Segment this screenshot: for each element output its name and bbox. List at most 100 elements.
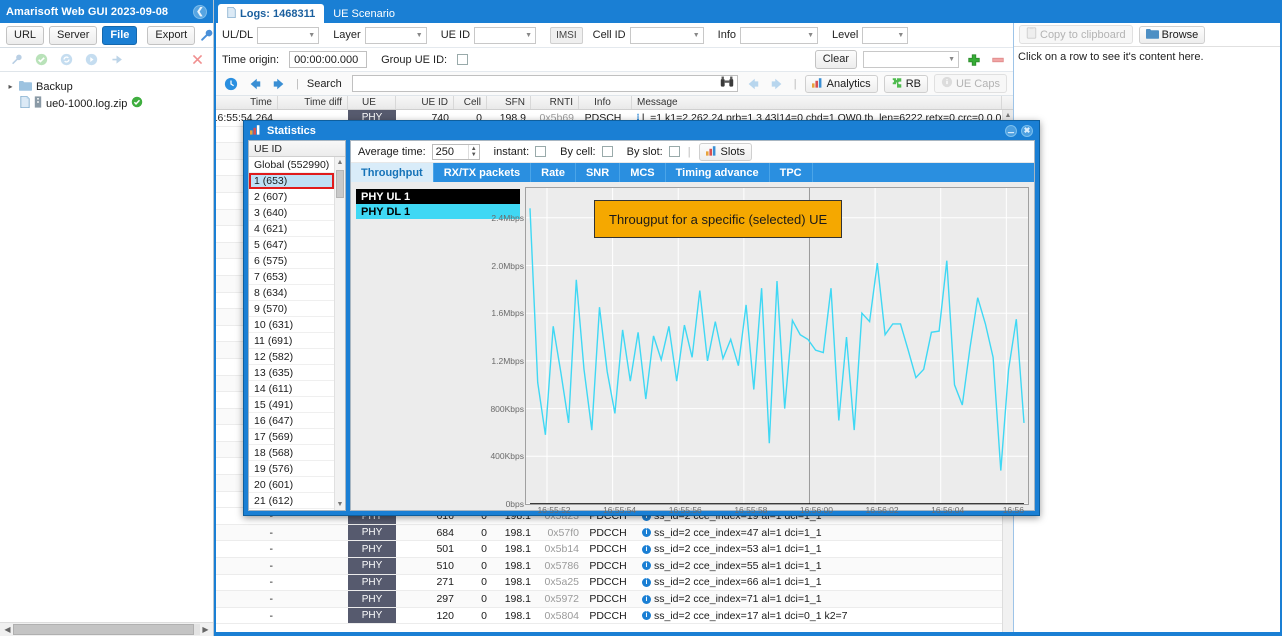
close-x-icon[interactable] xyxy=(188,52,206,68)
cellid-select[interactable]: ▼ xyxy=(629,26,704,44)
ueid-select[interactable]: ▼ xyxy=(474,26,537,44)
tab-logs[interactable]: Logs: 1468311 xyxy=(218,4,325,23)
stats-tab-throughput[interactable]: Throughput xyxy=(351,163,434,182)
wrench-icon[interactable] xyxy=(7,52,25,68)
stepper-arrows-icon[interactable]: ▲ ▼ xyxy=(467,144,479,159)
table-row[interactable]: - PHY 120 0 198.1 0x5804 PDCCH i ss_id=2 cce_ind… xyxy=(216,607,1013,625)
layer-select[interactable]: ▼ xyxy=(364,26,427,44)
statistics-dialog[interactable]: Statistics ⚊ ✖ UE ID Global (552990) 1 (6… xyxy=(243,120,1040,516)
ue-list-item[interactable]: 5 (647) xyxy=(249,237,334,253)
clock-icon[interactable] xyxy=(222,76,240,92)
rb-button[interactable]: RB xyxy=(883,74,928,93)
find-prev-icon[interactable] xyxy=(744,76,762,92)
tree-item-backup[interactable]: ▸ Backup xyxy=(6,78,213,95)
ue-list-item[interactable]: 4 (621) xyxy=(249,221,334,237)
vscroll-thumb[interactable] xyxy=(336,170,344,198)
play-circle-icon[interactable] xyxy=(82,52,100,68)
stats-tab-snr[interactable]: SNR xyxy=(576,163,621,182)
col-ue[interactable]: UE xyxy=(348,96,396,109)
group-ueid-checkbox[interactable] xyxy=(457,54,469,65)
ue-list-item[interactable]: 3 (640) xyxy=(249,205,334,221)
col-time-diff[interactable]: Time diff xyxy=(278,96,348,109)
stats-tab-rx-tx-packets[interactable]: RX/TX packets xyxy=(434,163,532,182)
stats-tab-timing-advance[interactable]: Timing advance xyxy=(666,163,770,182)
ue-list-item[interactable]: 17 (569) xyxy=(249,429,334,445)
export-button[interactable]: Export xyxy=(147,25,196,45)
slots-button[interactable]: Slots xyxy=(698,142,753,161)
left-panel-hscrollbar[interactable]: ◀ ▶ xyxy=(0,622,213,636)
ue-list-item[interactable]: 13 (635) xyxy=(249,365,334,381)
table-row[interactable]: - PHY 684 0 198.1 0x57f0 PDCCH i ss_id=2 cce_ind… xyxy=(216,524,1013,542)
hscroll-track[interactable] xyxy=(13,624,200,635)
expander-icon[interactable]: ▸ xyxy=(6,82,15,91)
minus-icon[interactable] xyxy=(989,52,1007,68)
dialog-title-bar[interactable]: Statistics ⚊ ✖ xyxy=(244,121,1039,140)
ue-list-item[interactable]: 16 (647) xyxy=(249,413,334,429)
hscroll-thumb[interactable] xyxy=(13,624,195,635)
tab-url[interactable]: URL xyxy=(6,25,45,45)
throughput-chart[interactable]: 0bps 400Kbps 800Kbps 1.2Mbps 1.6Mbps 2.0Mbps 2… xyxy=(490,187,1029,509)
tab-server[interactable]: Server xyxy=(49,25,98,45)
col-message[interactable]: Message xyxy=(632,96,1002,109)
table-row[interactable]: - PHY 271 0 198.1 0x5a25 PDCCH i ss_id=2 cce_ind… xyxy=(216,574,1013,592)
minimize-icon[interactable]: ⚊ xyxy=(1005,124,1017,137)
imsi-button[interactable]: IMSI xyxy=(550,26,583,44)
stats-tab-tpc[interactable]: TPC xyxy=(770,163,813,182)
find-next-icon[interactable] xyxy=(768,76,786,92)
instant-checkbox[interactable] xyxy=(535,146,547,157)
ue-list-vscrollbar[interactable]: ▲ ▼ xyxy=(334,157,345,510)
arrow-right-icon[interactable] xyxy=(270,76,288,92)
clear-button[interactable]: Clear xyxy=(814,50,857,69)
stats-tab-rate[interactable]: Rate xyxy=(531,163,576,182)
ue-id-list[interactable]: Global (552990) 1 (653) 2 (607) 3 (640) 4 (6… xyxy=(249,157,334,510)
wrench-icon[interactable] xyxy=(200,27,213,43)
by-slot-checkbox[interactable] xyxy=(668,146,680,157)
col-ue-id[interactable]: UE ID xyxy=(396,96,454,109)
col-rnti[interactable]: RNTI xyxy=(531,96,579,109)
tab-ue-scenario[interactable]: UE Scenario xyxy=(324,4,404,23)
stats-tab-mcs[interactable]: MCS xyxy=(620,163,666,182)
average-time-input[interactable]: 250 ▲ ▼ xyxy=(431,143,480,160)
check-circle-icon[interactable] xyxy=(32,52,50,68)
ue-list-item[interactable]: 18 (568) xyxy=(249,445,334,461)
tab-file[interactable]: File xyxy=(102,25,138,45)
chevron-left-icon[interactable]: ❮ xyxy=(193,4,207,19)
ue-list-item[interactable]: 11 (691) xyxy=(249,333,334,349)
col-time[interactable]: Time xyxy=(216,96,278,109)
analytics-button[interactable]: Analytics xyxy=(804,74,878,93)
ue-caps-button[interactable]: UE Caps xyxy=(933,74,1007,93)
by-cell-checkbox[interactable] xyxy=(601,146,613,157)
uldl-select[interactable]: ▼ xyxy=(257,26,320,44)
ue-list-item[interactable]: 20 (601) xyxy=(249,477,334,493)
copy-to-clipboard-button[interactable]: Copy to clipboard xyxy=(1019,25,1133,44)
ue-list-item[interactable]: Global (552990) xyxy=(249,157,334,173)
ue-list-item[interactable]: 12 (582) xyxy=(249,349,334,365)
info-select[interactable]: ▼ xyxy=(740,26,818,44)
ue-list-item[interactable]: 6 (575) xyxy=(249,253,334,269)
table-row[interactable]: - PHY 510 0 198.1 0x5786 PDCCH i ss_id=2 cce_ind… xyxy=(216,558,1013,575)
binoculars-icon[interactable] xyxy=(720,76,734,91)
scroll-down-icon[interactable]: ▼ xyxy=(335,499,345,510)
ue-list-item[interactable]: 1 (653) xyxy=(249,173,334,189)
arrow-left-icon[interactable] xyxy=(246,76,264,92)
ue-list-item[interactable]: 10 (631) xyxy=(249,317,334,333)
ue-list-item[interactable]: 7 (653) xyxy=(249,269,334,285)
ue-list-item[interactable]: 15 (491) xyxy=(249,397,334,413)
scroll-left-icon[interactable]: ◀ xyxy=(2,625,13,634)
table-row[interactable]: - PHY 297 0 198.1 0x5972 PDCCH i ss_id=2 cce_ind… xyxy=(216,591,1013,608)
ue-list-item[interactable]: 8 (634) xyxy=(249,285,334,301)
close-icon[interactable]: ✖ xyxy=(1021,124,1033,137)
col-info[interactable]: Info xyxy=(579,96,632,109)
col-cell[interactable]: Cell xyxy=(454,96,487,109)
scroll-up-icon[interactable]: ▲ xyxy=(335,157,345,168)
plug-icon[interactable] xyxy=(107,52,125,68)
ue-list-item[interactable]: 14 (611) xyxy=(249,381,334,397)
scroll-right-icon[interactable]: ▶ xyxy=(200,625,211,634)
refresh-icon[interactable] xyxy=(57,52,75,68)
vscroll-track[interactable] xyxy=(335,168,345,499)
table-row[interactable]: - PHY 501 0 198.1 0x5b14 PDCCH i ss_id=2 cce_ind… xyxy=(216,541,1013,559)
col-sfn[interactable]: SFN xyxy=(487,96,531,109)
plus-icon[interactable] xyxy=(965,52,983,68)
time-origin-input[interactable]: 00:00:00.000 xyxy=(289,51,368,68)
ue-list-item[interactable]: 21 (612) xyxy=(249,493,334,509)
